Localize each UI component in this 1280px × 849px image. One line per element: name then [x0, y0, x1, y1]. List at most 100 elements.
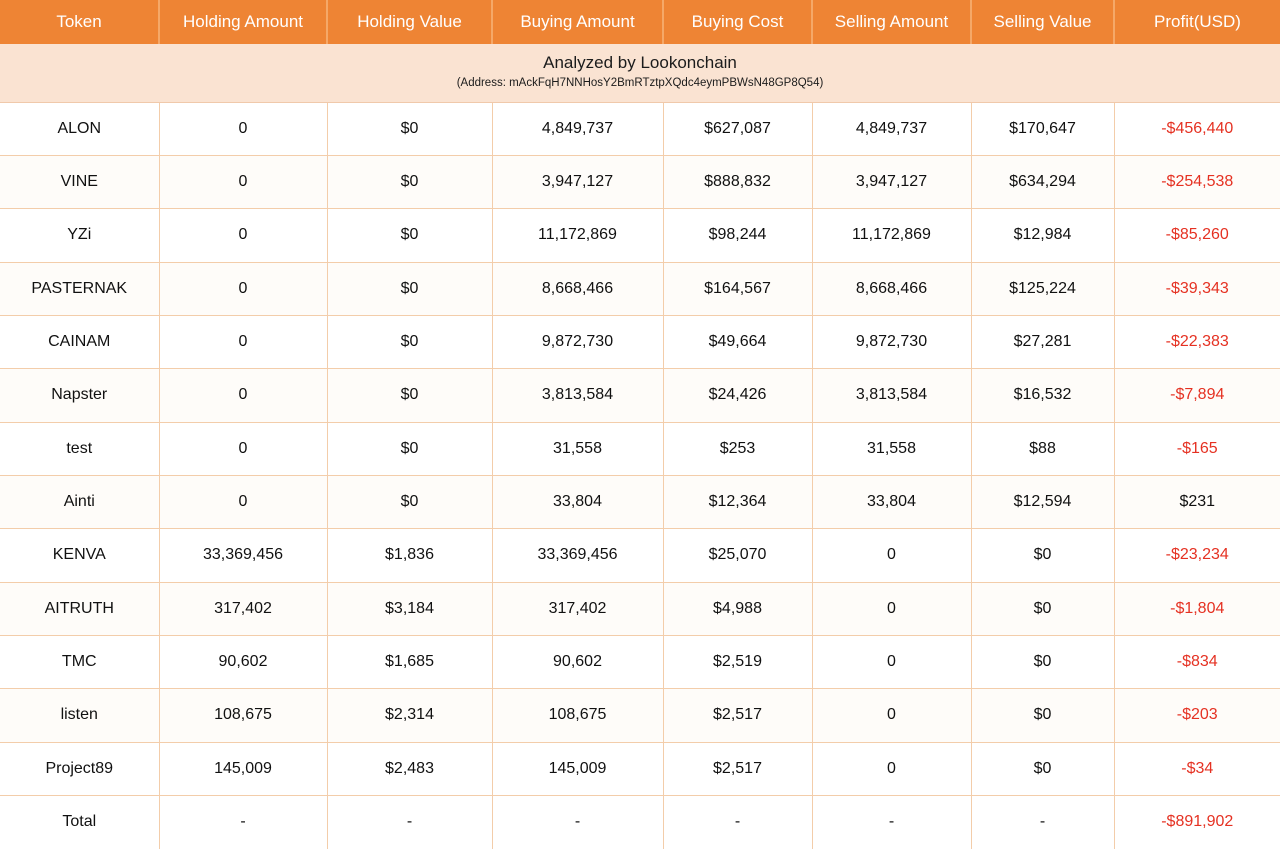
cell-buying-cost: $2,519 — [663, 635, 812, 688]
cell-buying-amount: 33,369,456 — [492, 529, 663, 582]
column-header-buying-amount[interactable]: Buying Amount — [492, 0, 663, 44]
attribution-banner: Analyzed by Lookonchain (Address: mAckFq… — [0, 44, 1280, 102]
column-header-buying-cost[interactable]: Buying Cost — [663, 0, 812, 44]
cell-buying-cost: $888,832 — [663, 155, 812, 208]
cell-selling-amount: 0 — [812, 635, 971, 688]
cell-token: CAINAM — [0, 315, 159, 368]
cell-holding-value: $0 — [327, 369, 492, 422]
cell-holding-value: $2,314 — [327, 689, 492, 742]
cell-profit: -$891,902 — [1114, 795, 1280, 849]
column-header-token[interactable]: Token — [0, 0, 159, 44]
cell-buying-amount: 108,675 — [492, 689, 663, 742]
cell-selling-value: $0 — [971, 635, 1114, 688]
cell-selling-value: $0 — [971, 689, 1114, 742]
cell-buying-amount: 31,558 — [492, 422, 663, 475]
cell-token: ALON — [0, 102, 159, 155]
cell-selling-value: $0 — [971, 742, 1114, 795]
cell-selling-value: $16,532 — [971, 369, 1114, 422]
table-row: CAINAM0$09,872,730$49,6649,872,730$27,28… — [0, 315, 1280, 368]
cell-buying-cost: $98,244 — [663, 209, 812, 262]
column-header-holding-value[interactable]: Holding Value — [327, 0, 492, 44]
cell-holding-value: $0 — [327, 155, 492, 208]
cell-token: listen — [0, 689, 159, 742]
cell-holding-value: $0 — [327, 209, 492, 262]
cell-selling-amount: 9,872,730 — [812, 315, 971, 368]
cell-token: PASTERNAK — [0, 262, 159, 315]
cell-buying-cost: $25,070 — [663, 529, 812, 582]
cell-selling-amount: 31,558 — [812, 422, 971, 475]
cell-selling-value: - — [971, 795, 1114, 849]
cell-buying-amount: 11,172,869 — [492, 209, 663, 262]
cell-holding-value: $0 — [327, 315, 492, 368]
cell-selling-value: $12,594 — [971, 475, 1114, 528]
table-row: listen108,675$2,314108,675$2,5170$0-$203 — [0, 689, 1280, 742]
cell-selling-value: $0 — [971, 582, 1114, 635]
cell-profit: -$85,260 — [1114, 209, 1280, 262]
cell-token: TMC — [0, 635, 159, 688]
cell-buying-cost: $627,087 — [663, 102, 812, 155]
cell-buying-amount: - — [492, 795, 663, 849]
cell-buying-cost: - — [663, 795, 812, 849]
cell-buying-amount: 90,602 — [492, 635, 663, 688]
cell-holding-value: $1,836 — [327, 529, 492, 582]
cell-holding-value: $3,184 — [327, 582, 492, 635]
cell-profit: -$203 — [1114, 689, 1280, 742]
cell-buying-amount: 3,947,127 — [492, 155, 663, 208]
cell-selling-amount: 3,813,584 — [812, 369, 971, 422]
table-row: ALON0$04,849,737$627,0874,849,737$170,64… — [0, 102, 1280, 155]
cell-buying-cost: $253 — [663, 422, 812, 475]
cell-token: Napster — [0, 369, 159, 422]
cell-profit: -$254,538 — [1114, 155, 1280, 208]
table-row: KENVA33,369,456$1,83633,369,456$25,0700$… — [0, 529, 1280, 582]
cell-holding-amount: 0 — [159, 315, 327, 368]
cell-buying-amount: 145,009 — [492, 742, 663, 795]
cell-selling-value: $125,224 — [971, 262, 1114, 315]
cell-holding-value: $2,483 — [327, 742, 492, 795]
cell-profit: $231 — [1114, 475, 1280, 528]
column-header-selling-amount[interactable]: Selling Amount — [812, 0, 971, 44]
table-row: YZi0$011,172,869$98,24411,172,869$12,984… — [0, 209, 1280, 262]
cell-buying-amount: 4,849,737 — [492, 102, 663, 155]
cell-holding-amount: 108,675 — [159, 689, 327, 742]
table-row: PASTERNAK0$08,668,466$164,5678,668,466$1… — [0, 262, 1280, 315]
cell-selling-amount: 3,947,127 — [812, 155, 971, 208]
cell-selling-amount: 33,804 — [812, 475, 971, 528]
cell-holding-amount: 90,602 — [159, 635, 327, 688]
cell-holding-amount: 0 — [159, 209, 327, 262]
cell-holding-amount: 145,009 — [159, 742, 327, 795]
cell-profit: -$7,894 — [1114, 369, 1280, 422]
cell-selling-amount: 11,172,869 — [812, 209, 971, 262]
cell-holding-value: $0 — [327, 262, 492, 315]
column-header-profit-usd[interactable]: Profit(USD) — [1114, 0, 1280, 44]
cell-buying-cost: $24,426 — [663, 369, 812, 422]
cell-holding-amount: 0 — [159, 102, 327, 155]
cell-buying-cost: $4,988 — [663, 582, 812, 635]
table-row: AITRUTH317,402$3,184317,402$4,9880$0-$1,… — [0, 582, 1280, 635]
cell-profit: -$1,804 — [1114, 582, 1280, 635]
cell-selling-amount: - — [812, 795, 971, 849]
cell-holding-amount: 317,402 — [159, 582, 327, 635]
cell-token: Ainti — [0, 475, 159, 528]
cell-selling-value: $88 — [971, 422, 1114, 475]
table-body: ALON0$04,849,737$627,0874,849,737$170,64… — [0, 102, 1280, 849]
cell-selling-amount: 0 — [812, 529, 971, 582]
cell-selling-value: $12,984 — [971, 209, 1114, 262]
cell-holding-amount: 0 — [159, 422, 327, 475]
column-header-holding-amount[interactable]: Holding Amount — [159, 0, 327, 44]
table-row: Project89145,009$2,483145,009$2,5170$0-$… — [0, 742, 1280, 795]
cell-selling-amount: 0 — [812, 689, 971, 742]
cell-profit: -$834 — [1114, 635, 1280, 688]
column-header-selling-value[interactable]: Selling Value — [971, 0, 1114, 44]
cell-holding-value: $0 — [327, 102, 492, 155]
wallet-address-text: (Address: mAckFqH7NNHosY2BmRTztpXQdc4eym… — [0, 75, 1280, 91]
cell-holding-amount: - — [159, 795, 327, 849]
cell-buying-amount: 317,402 — [492, 582, 663, 635]
attribution-title: Analyzed by Lookonchain — [0, 52, 1280, 74]
cell-profit: -$23,234 — [1114, 529, 1280, 582]
cell-holding-value: $0 — [327, 475, 492, 528]
cell-selling-amount: 8,668,466 — [812, 262, 971, 315]
cell-profit: -$456,440 — [1114, 102, 1280, 155]
cell-token: YZi — [0, 209, 159, 262]
cell-buying-cost: $2,517 — [663, 689, 812, 742]
cell-profit: -$34 — [1114, 742, 1280, 795]
